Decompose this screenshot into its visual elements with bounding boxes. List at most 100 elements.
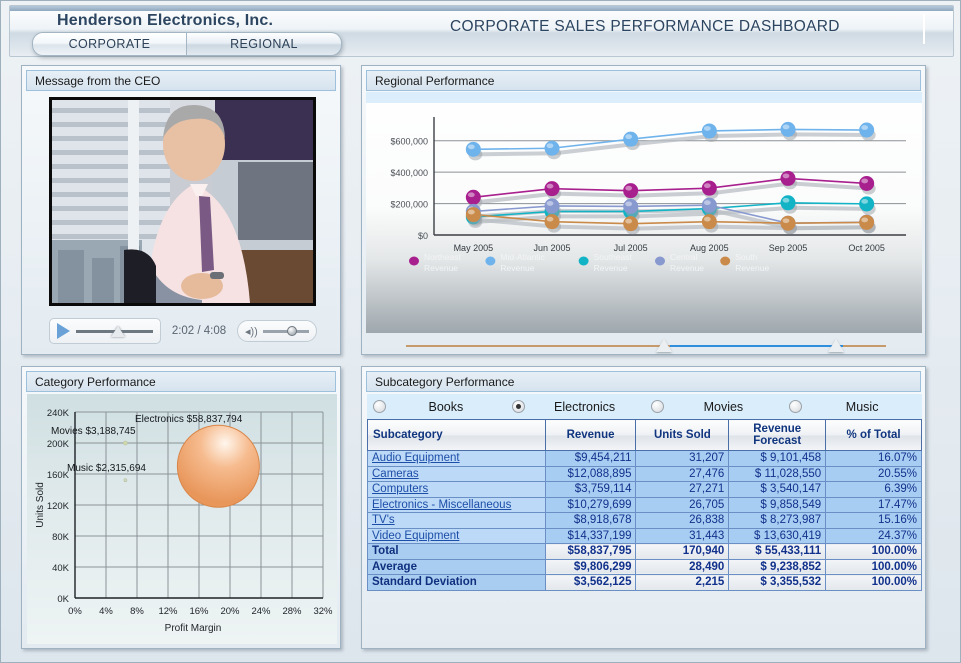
data-point[interactable] — [623, 216, 639, 232]
data-point[interactable] — [544, 198, 560, 214]
x-axis-tick-label: 0% — [68, 606, 82, 617]
play-control-group[interactable] — [49, 318, 161, 344]
y-axis-tick-label: 0K — [57, 594, 69, 605]
cell-subcategory[interactable]: Audio Equipment — [367, 450, 546, 467]
radio-dot-movies[interactable] — [650, 400, 664, 413]
data-point[interactable] — [780, 215, 796, 231]
tab-corporate[interactable]: CORPORATE — [32, 32, 187, 56]
range-handle-start[interactable] — [655, 339, 672, 352]
line-chart-svg: $0$200,000$400,000$600,000May 2005 Jun 20… — [390, 117, 906, 273]
category-bubble-chart[interactable]: 0% 4% 8% 12% 16% 20% 24% 28% 32% 0K 40K 80K 120K 160K… — [27, 394, 337, 644]
cell-subcategory[interactable]: Video Equipment — [367, 527, 546, 544]
marker-highlight — [861, 178, 869, 184]
play-icon[interactable] — [57, 323, 70, 339]
regional-line-chart[interactable]: $0 $200,000 $400,000 $600,000 May 2005 Jun 20… — [366, 103, 922, 333]
radio-item-movies[interactable]: Movies — [645, 400, 784, 414]
data-point[interactable] — [465, 207, 481, 223]
tab-regional[interactable]: REGIONAL — [187, 32, 342, 56]
playback-time: 2:02 / 4:08 — [171, 325, 227, 337]
subcategory-link[interactable]: Computers — [372, 483, 428, 495]
volume-handle[interactable] — [286, 326, 297, 336]
col-units-sold[interactable]: Units Sold — [635, 419, 730, 451]
data-point[interactable] — [780, 195, 796, 211]
ceo-video-thumbnail[interactable] — [49, 97, 316, 306]
range-fill — [670, 345, 843, 347]
marker-highlight — [861, 198, 869, 204]
x-axis-tick-label: Oct 2005 — [848, 243, 885, 253]
y-axis-tick-label: $0 — [418, 231, 428, 241]
subcategory-link[interactable]: Cameras — [372, 468, 419, 480]
marker-highlight — [625, 218, 633, 224]
x-axis-tick-label: 4% — [99, 606, 113, 617]
cell-revenue-forecast: $ 9,101,458 — [728, 450, 827, 467]
cell-subcategory[interactable]: Electronics - Miscellaneous — [367, 496, 546, 513]
data-point[interactable] — [701, 180, 717, 196]
data-point[interactable] — [623, 131, 639, 147]
seek-handle[interactable] — [111, 326, 126, 337]
col-pct-of-total[interactable]: % of Total — [825, 419, 922, 451]
data-point[interactable] — [623, 183, 639, 199]
bubble-point[interactable] — [123, 478, 128, 482]
speaker-icon[interactable]: ◂)) — [245, 325, 258, 338]
subcategory-link[interactable]: TV's — [372, 514, 395, 526]
cell-subcategory: Average — [367, 558, 546, 575]
marker-highlight — [625, 185, 633, 191]
data-point[interactable] — [544, 181, 560, 197]
radio-item-music[interactable]: Music — [783, 400, 922, 414]
data-point[interactable] — [701, 123, 717, 139]
cell-pct-of-total: 17.47% — [825, 496, 922, 513]
cell-pct-of-total: 15.16% — [825, 512, 922, 529]
col-subcategory[interactable]: Subcategory — [367, 419, 546, 451]
marker-highlight — [703, 126, 711, 131]
x-axis-tick-label: 8% — [130, 606, 144, 617]
cell-subcategory: Total — [367, 543, 546, 560]
subcategory-performance-panel: Subcategory Performance Books Electronics… — [361, 366, 926, 649]
data-point[interactable] — [780, 121, 796, 137]
data-point[interactable] — [701, 214, 717, 230]
data-point[interactable] — [623, 198, 639, 214]
volume-control-group[interactable]: ◂)) — [237, 320, 317, 342]
legend-marker — [409, 256, 419, 266]
data-point[interactable] — [544, 214, 560, 230]
date-range-slider[interactable] — [406, 338, 886, 354]
bubble-chart-svg: 0% 4% 8% 12% 16% 20% 24% 28% 32%0K40K80K120K160K… — [35, 408, 333, 634]
col-revenue[interactable]: Revenue — [544, 419, 637, 451]
data-point[interactable] — [780, 170, 796, 186]
radio-dot-music[interactable] — [789, 400, 803, 413]
cell-pct-of-total: 6.39% — [825, 481, 922, 498]
data-point[interactable] — [701, 197, 717, 213]
volume-slider[interactable] — [262, 325, 309, 337]
marker-highlight — [861, 125, 869, 130]
cell-subcategory[interactable]: Computers — [367, 481, 546, 498]
cell-revenue: $9,806,299 — [544, 558, 637, 575]
subcategory-link[interactable]: Video Equipment — [372, 530, 459, 542]
subcategory-link[interactable]: Audio Equipment — [372, 452, 460, 464]
data-point[interactable] — [859, 214, 875, 230]
table-row: Average $9,806,299 28,490 $ 9,238,852 100.00… — [367, 558, 922, 575]
data-point[interactable] — [465, 189, 481, 205]
seek-slider[interactable] — [76, 324, 153, 338]
radio-item-books[interactable]: Books — [367, 400, 506, 414]
bubble-point[interactable] — [176, 424, 260, 508]
cell-subcategory[interactable]: TV's — [367, 512, 546, 529]
legend-marker — [720, 256, 731, 266]
subcategory-link[interactable]: Electronics - Miscellaneous — [372, 499, 511, 511]
radio-item-electronics[interactable]: Electronics — [506, 400, 645, 414]
data-point[interactable] — [465, 141, 481, 157]
marker-highlight — [703, 200, 711, 206]
radio-dot-books[interactable] — [373, 400, 386, 413]
data-point[interactable] — [544, 140, 560, 156]
subcategory-panel-title: Subcategory Performance — [366, 371, 921, 392]
radio-dot-electronics[interactable] — [511, 400, 525, 413]
range-handle-end[interactable] — [828, 339, 845, 352]
cell-subcategory[interactable]: Cameras — [367, 465, 546, 482]
ceo-panel-title: Message from the CEO — [26, 70, 336, 91]
marker-highlight — [782, 218, 790, 224]
col-revenue-forecast[interactable]: Revenue Forecast — [728, 419, 827, 451]
bubble-point[interactable] — [123, 440, 128, 446]
data-point[interactable] — [859, 175, 875, 191]
header-divider — [923, 14, 925, 44]
data-point[interactable] — [859, 196, 875, 212]
ceo-photo-illustration — [49, 97, 316, 306]
data-point[interactable] — [859, 122, 875, 138]
